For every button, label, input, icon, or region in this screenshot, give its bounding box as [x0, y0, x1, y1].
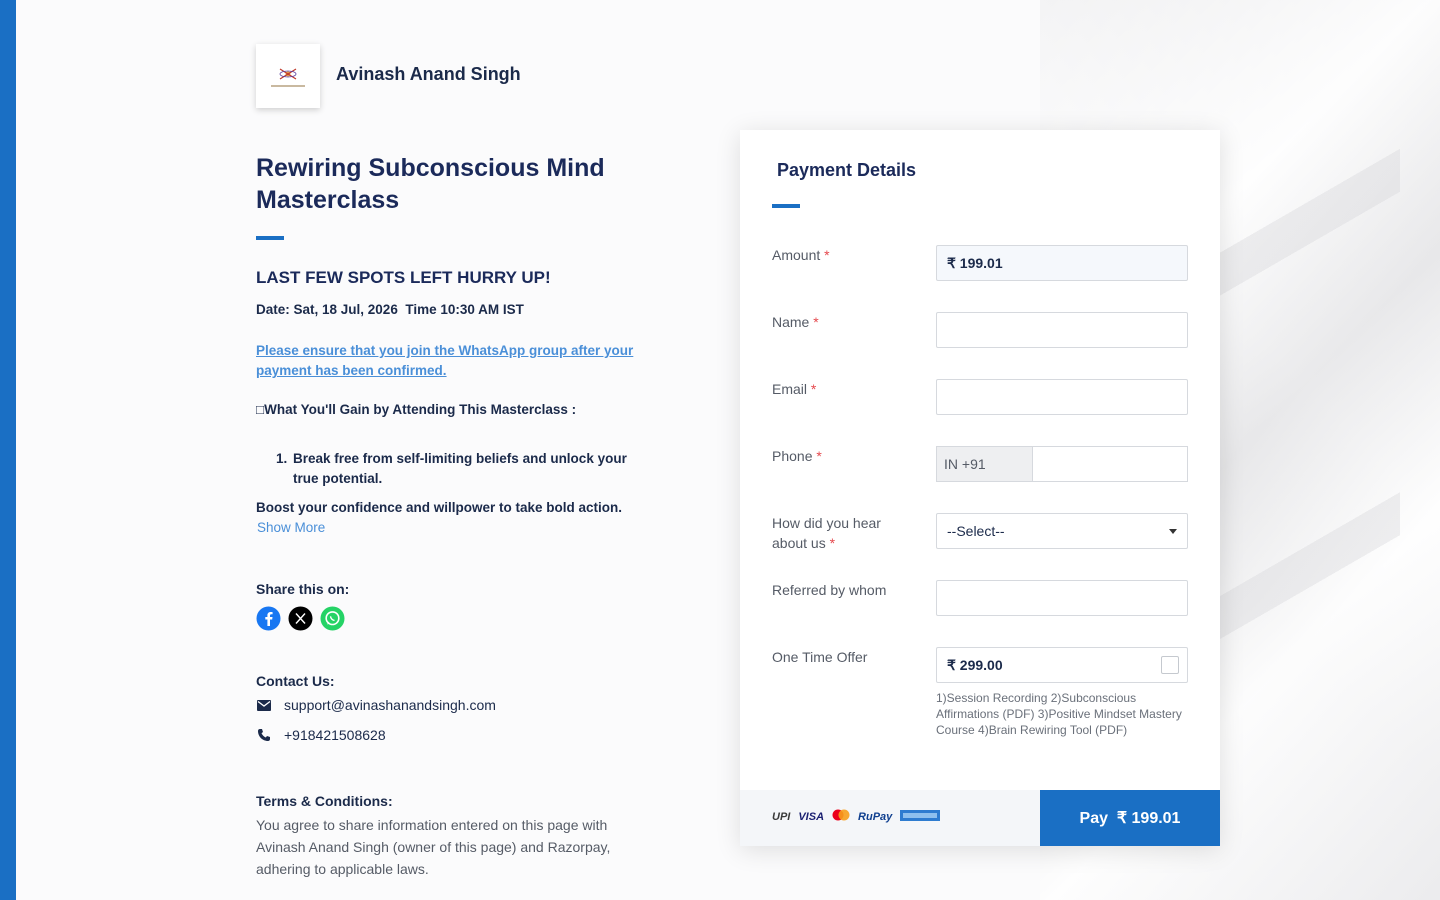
name-label: Name * [772, 314, 819, 330]
hear-about-select[interactable]: --Select-- [936, 513, 1188, 549]
mastercard-logo-icon [832, 808, 850, 826]
brand-logo [256, 44, 320, 108]
whatsapp-group-link[interactable]: Please ensure that you join the WhatsApp… [256, 341, 636, 381]
left-accent-strip [0, 0, 16, 900]
brand-name: Avinash Anand Singh [336, 64, 521, 84]
offer-price: ₹ 299.00 [947, 656, 1003, 673]
contact-email-row: support@avinashanandsingh.com [256, 697, 496, 713]
gain-heading: □What You'll Gain by Attending This Mast… [256, 402, 577, 417]
page-title: Rewiring Subconscious Mind Masterclass [256, 154, 605, 214]
whatsapp-icon[interactable] [320, 606, 345, 631]
title-underline [256, 236, 284, 240]
hear-about-selected: --Select-- [947, 523, 1005, 539]
one-time-offer-label: One Time Offer [772, 649, 868, 665]
phone-label: Phone * [772, 448, 822, 464]
contact-phone-row: +918421508628 [256, 727, 386, 743]
offer-description: 1)Session Recording 2)Subconscious Affir… [936, 691, 1182, 737]
rupay-logo-icon: RuPay [858, 811, 893, 823]
event-date: Date: Sat, 18 Jul, 2026 Time 10:30 AM IS… [256, 302, 524, 317]
x-icon[interactable] [288, 606, 313, 631]
email-field[interactable] [936, 379, 1188, 415]
name-field[interactable] [936, 312, 1188, 348]
logo-caption-line [271, 84, 305, 87]
phone-country-code[interactable]: IN +91 [936, 446, 1033, 482]
facebook-icon[interactable] [256, 606, 281, 631]
email-label: Email * [772, 381, 817, 397]
amount-label: Amount * [772, 247, 830, 263]
payment-footer: UPI VISA RuPay Pay ₹ 199.01 [740, 790, 1220, 846]
payment-title-underline [772, 204, 800, 208]
hurry-banner: LAST FEW SPOTS LEFT HURRY UP! [256, 268, 551, 287]
phone-icon [256, 727, 272, 743]
pay-button[interactable]: Pay ₹ 199.01 [1040, 790, 1220, 846]
payment-methods: UPI VISA RuPay [772, 808, 941, 826]
phone-field[interactable] [1032, 446, 1188, 482]
boost-text: Boost your confidence and willpower to t… [256, 500, 623, 515]
one-time-offer-field[interactable]: ₹ 299.00 [936, 647, 1188, 683]
mail-icon [256, 697, 272, 713]
terms-text: You agree to share information entered o… [256, 817, 611, 877]
visa-logo-icon: VISA [798, 811, 825, 823]
logo-mark-icon [277, 66, 299, 82]
payment-card: Payment Details Amount * ₹ 199.01 Name *… [740, 130, 1220, 846]
gain-list: 1. Break free from self-limiting beliefs… [276, 449, 646, 489]
referred-by-field[interactable] [936, 580, 1188, 616]
chevron-down-icon [1169, 529, 1177, 534]
contact-label: Contact Us: [256, 673, 335, 689]
list-item-number: 1. [276, 451, 288, 466]
share-label: Share this on: [256, 581, 350, 597]
hear-about-label: How did you hear about us * [772, 515, 881, 551]
upi-logo-icon: UPI [772, 811, 791, 823]
list-item: Break free from self-limiting beliefs an… [293, 451, 627, 486]
amount-field[interactable]: ₹ 199.01 [936, 245, 1188, 281]
offer-checkbox[interactable] [1161, 656, 1179, 674]
show-more-link[interactable]: Show More [257, 520, 325, 535]
contact-email[interactable]: support@avinashanandsingh.com [284, 697, 496, 713]
referred-by-label: Referred by whom [772, 582, 887, 598]
terms-label: Terms & Conditions: [256, 793, 393, 809]
contact-phone[interactable]: +918421508628 [284, 727, 386, 743]
card-network-logo-icon [900, 808, 941, 826]
payment-details-title: Payment Details [777, 160, 917, 180]
